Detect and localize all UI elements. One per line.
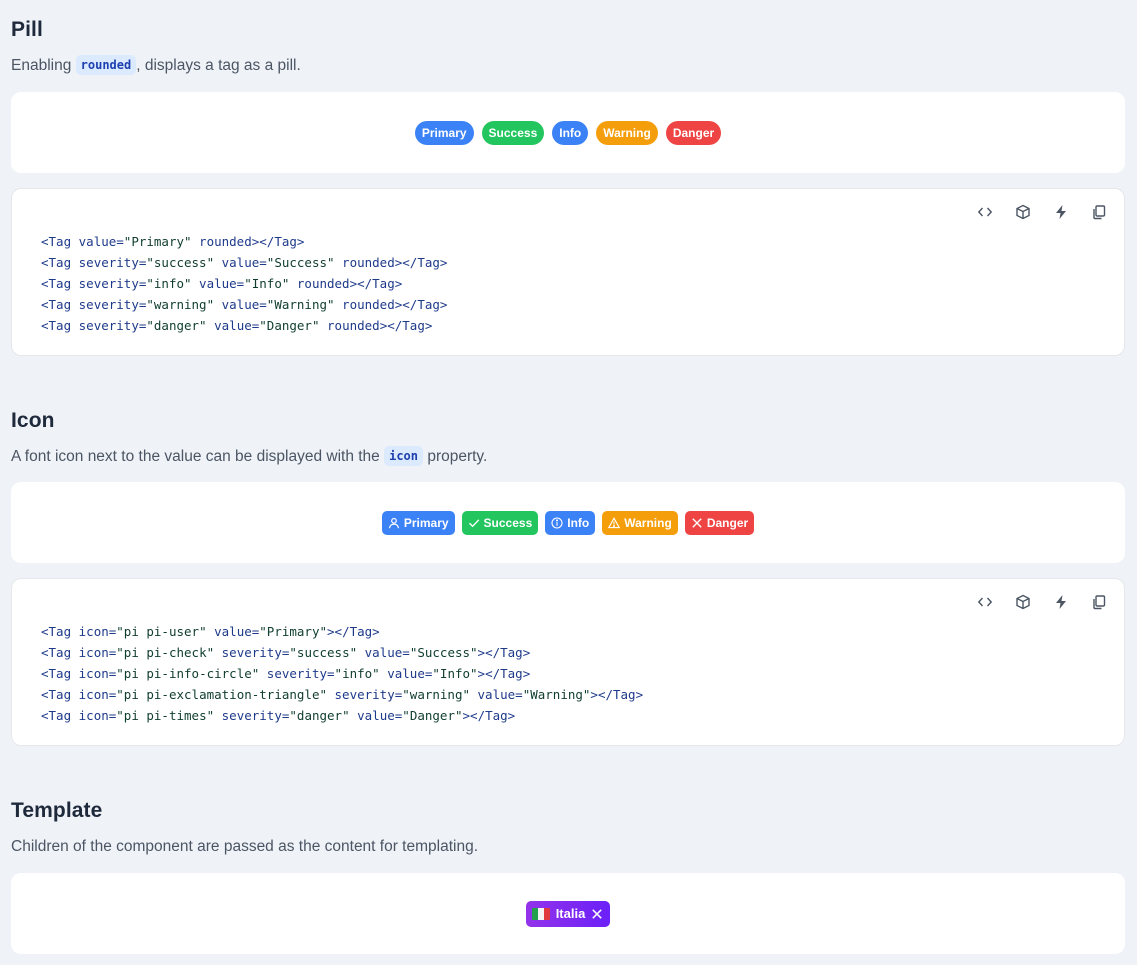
open-stackblitz-button[interactable] [1051,202,1071,222]
code-icon [977,597,993,607]
pill-preview: Primary Success Info Warning Danger [11,92,1125,173]
copy-code-button[interactable] [1089,202,1109,222]
inline-code: icon [384,446,424,466]
template-section: Template Children of the component are p… [11,798,1125,858]
open-sandbox-button[interactable] [1013,202,1033,222]
toggle-code-button[interactable] [975,592,995,612]
tag-info: Info [545,510,596,535]
code-line: <Tag severity="info" value="Info" rounde… [41,276,403,291]
pill-section: Pill Enabling rounded, displays a tag as… [11,17,1125,77]
open-sandbox-button[interactable] [1013,592,1033,612]
pill-code-block: <Tag value="Primary" rounded></Tag> <Tag … [11,188,1125,356]
code-line: <Tag severity="danger" value="Danger" ro… [41,318,433,333]
exclamation-triangle-icon [608,516,621,528]
user-icon [388,517,399,528]
section-title: Pill [11,18,43,41]
icon-preview: Primary Success Info Warning Danger [11,482,1125,563]
code-content: <Tag icon="pi pi-user" value="Primary"><… [41,621,643,726]
code-line: <Tag icon="pi pi-info-circle" severity="… [41,666,531,681]
section-description: Children of the component are passed as … [11,838,479,855]
code-line: <Tag icon="pi pi-times" severity="danger… [41,708,516,723]
tag-primary: Primary [381,510,455,535]
code-line: <Tag severity="warning" value="Warning" … [41,297,448,312]
copy-code-button[interactable] [1089,592,1109,612]
code-line: <Tag icon="pi pi-check" severity="succes… [41,645,531,660]
code-line: <Tag value="Primary" rounded></Tag> [41,234,305,249]
tag-info: Info [552,120,589,145]
toggle-code-button[interactable] [975,202,995,222]
box-icon [1016,594,1030,610]
tag-primary: Primary [414,120,474,145]
times-icon [692,517,702,528]
open-stackblitz-button[interactable] [1051,592,1071,612]
italy-flag-icon [531,907,550,920]
code-icon [977,207,993,217]
inline-code: rounded [75,55,137,75]
section-title: Icon [11,409,55,432]
tag-success: Success [481,120,545,145]
section-title: Template [11,799,103,822]
box-icon [1016,204,1030,220]
code-line: <Tag icon="pi pi-user" value="Primary"><… [41,624,380,639]
template-preview: Italia [11,873,1125,954]
times-icon[interactable] [591,908,603,920]
tag-warning: Warning [596,120,658,145]
tag-danger: Danger [665,120,722,145]
section-description: A font icon next to the value can be dis… [11,446,488,466]
tag-warning: Warning [602,510,678,535]
section-description: Enabling rounded, displays a tag as a pi… [11,55,301,75]
bolt-icon [1056,595,1066,609]
info-circle-icon [551,516,563,529]
tag-success: Success [461,510,539,535]
bolt-icon [1056,205,1066,219]
code-line: <Tag icon="pi pi-exclamation-triangle" s… [41,687,644,702]
tag-italia: Italia [525,900,611,927]
code-line: <Tag severity="success" value="Success" … [41,255,448,270]
copy-icon [1093,205,1106,220]
check-icon [468,518,479,527]
code-toolbar [975,202,1109,222]
tag-danger: Danger [684,510,755,535]
tag-label: Italia [555,906,586,921]
copy-icon [1093,595,1106,610]
icon-section: Icon A font icon next to the value can b… [11,408,1125,468]
code-content: <Tag value="Primary" rounded></Tag> <Tag … [41,231,447,336]
code-toolbar [975,592,1109,612]
icon-code-block: <Tag icon="pi pi-user" value="Primary"><… [11,578,1125,746]
